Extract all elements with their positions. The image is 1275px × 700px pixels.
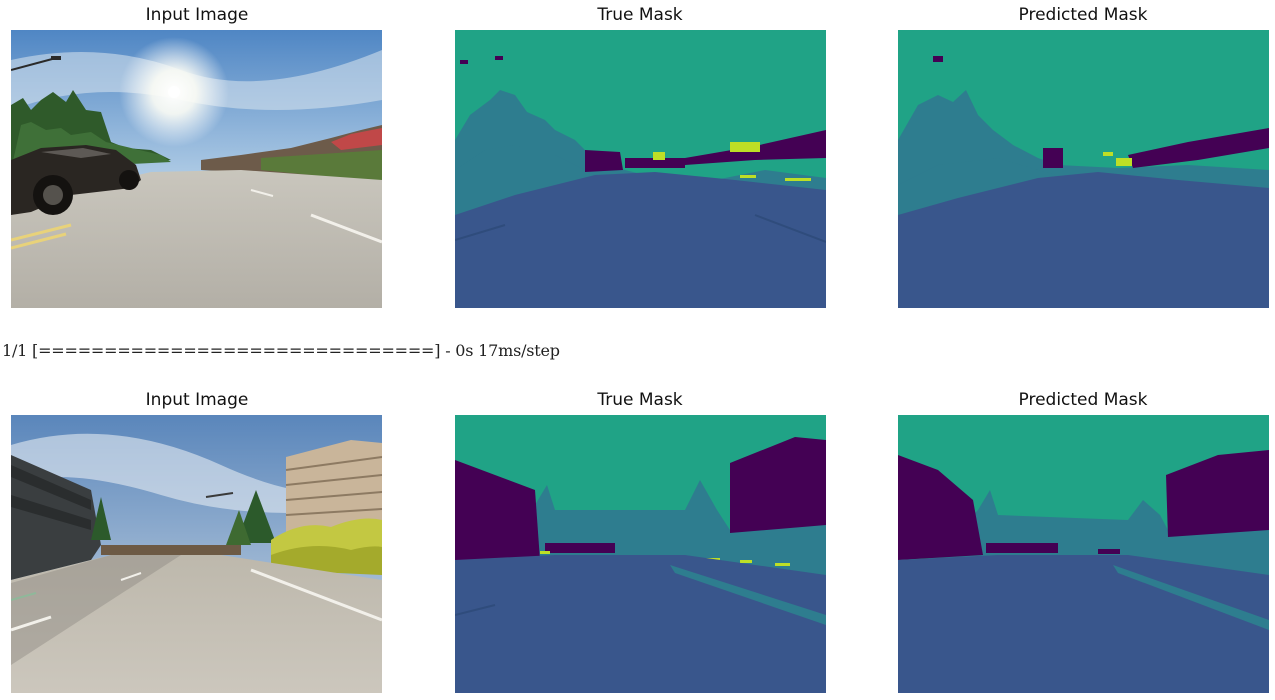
progress-log: 1/1 [==============================] - 0… (2, 341, 560, 360)
input-image-1 (11, 30, 382, 308)
panel-title-true-mask-1: True Mask (597, 5, 683, 25)
true-mask-2 (455, 415, 826, 693)
input-image-2 (11, 415, 382, 693)
true-mask-1 (455, 30, 826, 308)
panel-title-input-image-2: Input Image (145, 390, 249, 410)
panel-title-predicted-mask-2: Predicted Mask (1018, 390, 1148, 410)
panel-title-predicted-mask-1: Predicted Mask (1018, 5, 1148, 25)
predicted-mask-2 (898, 415, 1269, 693)
panel-title-true-mask-2: True Mask (597, 390, 683, 410)
panel-title-input-image-1: Input Image (145, 5, 249, 25)
predicted-mask-1 (898, 30, 1269, 308)
